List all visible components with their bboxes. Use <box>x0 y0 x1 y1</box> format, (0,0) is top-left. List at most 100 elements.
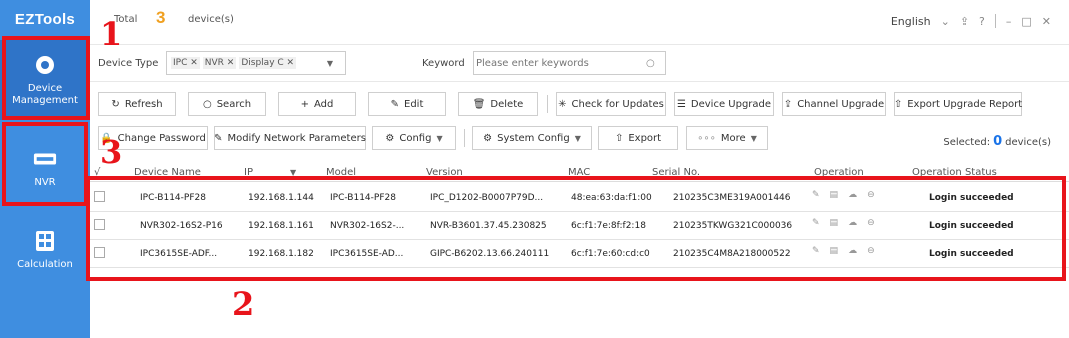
divider <box>994 14 996 28</box>
update-icon: ✳ <box>558 98 567 110</box>
cell-serial: 210235C4M8A218000522 <box>673 249 791 259</box>
keyword-field[interactable]: ○ <box>473 51 666 75</box>
app-logo: EZTools <box>14 10 76 28</box>
cloud-icon[interactable]: ☁ <box>848 246 857 256</box>
log-icon[interactable]: ▤ <box>830 218 839 228</box>
minus-circle-icon[interactable]: ⊖ <box>867 218 875 228</box>
search-button[interactable]: ○ Search <box>188 92 266 116</box>
edit-icon[interactable]: ✎ <box>812 246 820 256</box>
cell-status: Login succeeded <box>929 193 1014 203</box>
calculator-icon <box>33 229 57 253</box>
gear-icon: ⚙ <box>385 132 395 144</box>
tag-nvr[interactable]: NVR ✕ <box>202 57 237 69</box>
export-icon: ⇧ <box>614 132 624 144</box>
chevron-down-icon[interactable]: ▼ <box>327 59 333 68</box>
cell-ip: 192.168.1.182 <box>248 249 314 259</box>
delete-button[interactable]: 🗑 Delete <box>458 92 538 116</box>
toolbar: ↻ Refresh ○ Search + Add ✎ Edit 🗑 Delete ✳ Che… <box>90 92 1069 120</box>
row-checkbox[interactable] <box>94 191 105 202</box>
modify-network-button[interactable]: ✎ Modify Network Parameters <box>214 126 366 150</box>
table-header: √ Device Name IP ▼ Model Version MAC Ser… <box>90 162 1069 182</box>
export-button[interactable]: ⇧ Export <box>598 126 678 150</box>
cell-ip: 192.168.1.144 <box>248 193 314 203</box>
nvr-icon <box>33 147 57 171</box>
edit-icon[interactable]: ✎ <box>812 218 820 228</box>
cell-mac: 6c:f1:7e:60:cd:c0 <box>571 249 650 259</box>
device-type-label: Device Type <box>98 58 159 69</box>
annotation-label-2: 2 <box>232 285 255 323</box>
col-serial[interactable]: Serial No. <box>652 167 700 178</box>
channel-upgrade-button[interactable]: ⇪ Channel Upgrade <box>782 92 886 116</box>
cell-ip: 192.168.1.161 <box>248 221 314 231</box>
col-operation: Operation <box>814 167 864 178</box>
maximize-icon[interactable]: □ <box>1021 15 1031 28</box>
header: Total 3 device(s) English ⌄ ⇪ ? – □ ✕ <box>90 0 1069 44</box>
sidebar-item-label: NVR <box>34 177 56 188</box>
sidebar-item-calculation[interactable]: Calculation <box>0 210 90 290</box>
refresh-button[interactable]: ↻ Refresh <box>98 92 176 116</box>
annotation-label-3: 3 <box>100 133 123 171</box>
cell-version: IPC_D1202-B0007P79D... <box>430 193 544 203</box>
trash-icon: 🗑 <box>472 98 486 110</box>
language-select[interactable]: English <box>891 15 931 28</box>
row-operations: ✎ ▤ ☁ ⊖ <box>812 190 875 200</box>
minimize-icon[interactable]: – <box>1006 15 1012 28</box>
sidebar-item-nvr[interactable]: NVR <box>0 128 90 208</box>
log-icon[interactable]: ▤ <box>830 246 839 256</box>
add-button[interactable]: + Add <box>278 92 356 116</box>
cell-mac: 48:ea:63:da:f1:00 <box>571 193 652 203</box>
divider <box>464 129 465 147</box>
check-updates-button[interactable]: ✳ Check for Updates <box>556 92 666 116</box>
chevron-down-icon: ▼ <box>750 133 757 143</box>
plus-icon: + <box>300 98 309 110</box>
sidebar-item-label: Calculation <box>17 259 73 270</box>
tag-ipc[interactable]: IPC ✕ <box>171 57 200 69</box>
row-checkbox[interactable] <box>94 219 105 230</box>
search-icon[interactable]: ○ <box>646 58 655 69</box>
upgrade-icon: ⇪ <box>783 98 793 110</box>
tag-display[interactable]: Display C ✕ <box>239 57 297 69</box>
edit-button[interactable]: ✎ Edit <box>368 92 446 116</box>
col-ip[interactable]: IP <box>244 167 253 178</box>
cell-device-name: NVR302-16S2-P16 <box>140 221 223 231</box>
total-count: 3 <box>156 8 166 27</box>
refresh-icon: ↻ <box>111 98 120 110</box>
row-checkbox[interactable] <box>94 247 105 258</box>
minus-circle-icon[interactable]: ⊖ <box>867 246 875 256</box>
cell-status: Login succeeded <box>929 221 1014 231</box>
cloud-icon[interactable]: ☁ <box>848 190 857 200</box>
pencil-icon: ✎ <box>390 98 399 110</box>
cell-model: IPC-B114-PF28 <box>330 193 396 203</box>
window-controls: English ⌄ ⇪ ? – □ ✕ <box>891 14 1051 28</box>
sort-icon[interactable]: ▼ <box>290 168 296 177</box>
col-mac[interactable]: MAC <box>568 167 590 178</box>
more-button[interactable]: ∘∘∘ More ▼ <box>686 126 768 150</box>
chevron-down-icon[interactable]: ⌄ <box>941 15 950 28</box>
minus-circle-icon[interactable]: ⊖ <box>867 190 875 200</box>
export-report-button[interactable]: ⇧ Export Upgrade Report <box>894 92 1022 116</box>
log-icon[interactable]: ▤ <box>830 190 839 200</box>
col-device-name[interactable]: Device Name <box>134 167 201 178</box>
filter-bar: Device Type IPC ✕ NVR ✕ Display C ✕ ▼ Ke… <box>90 44 1069 82</box>
keyword-label: Keyword <box>422 58 465 69</box>
cloud-icon[interactable]: ☁ <box>848 218 857 228</box>
sidebar-item-device-management[interactable]: Device Management <box>0 40 90 120</box>
device-type-select[interactable]: IPC ✕ NVR ✕ Display C ✕ ▼ <box>166 51 346 75</box>
divider <box>547 95 548 113</box>
close-icon[interactable]: ✕ <box>1042 15 1051 28</box>
config-button[interactable]: ⚙ Config ▼ <box>372 126 456 150</box>
device-upgrade-button[interactable]: ☰ Device Upgrade <box>674 92 774 116</box>
help-icon[interactable]: ? <box>979 15 985 28</box>
table-row[interactable]: IPC3615SE-ADF... 192.168.1.182 IPC3615SE… <box>90 240 1069 268</box>
edit-icon[interactable]: ✎ <box>812 190 820 200</box>
table-row[interactable]: IPC-B114-PF28 192.168.1.144 IPC-B114-PF2… <box>90 184 1069 212</box>
col-model[interactable]: Model <box>326 167 356 178</box>
upgrade-icon[interactable]: ⇪ <box>960 15 969 28</box>
system-config-button[interactable]: ⚙ System Config ▼ <box>472 126 592 150</box>
col-version[interactable]: Version <box>426 167 463 178</box>
sidebar-item-label-2: Management <box>12 95 78 106</box>
gear-icon <box>33 53 57 77</box>
table-row[interactable]: NVR302-16S2-P16 192.168.1.161 NVR302-16S… <box>90 212 1069 240</box>
cell-model: IPC3615SE-AD... <box>330 249 404 259</box>
keyword-input[interactable] <box>476 57 646 69</box>
